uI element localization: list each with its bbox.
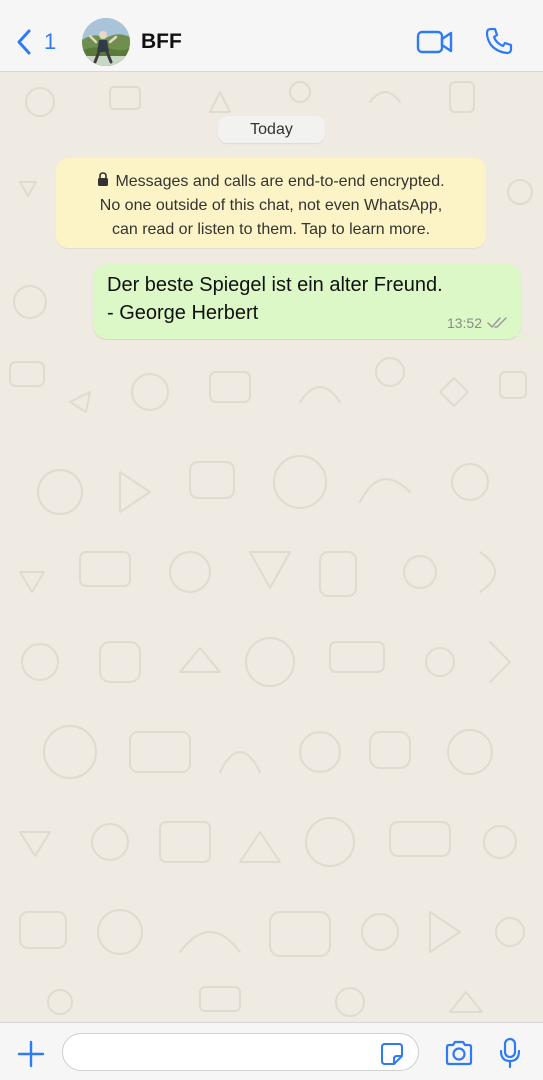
encryption-notice[interactable]: Messages and calls are end-to-end encryp… (56, 158, 486, 248)
attach-button[interactable] (16, 1039, 46, 1069)
lock-icon (98, 172, 109, 186)
microphone-button[interactable] (499, 1037, 521, 1069)
sticker-button[interactable] (380, 1042, 404, 1066)
back-button[interactable]: 1 (14, 26, 64, 58)
unread-count: 1 (44, 29, 57, 54)
sticker-icon (381, 1043, 403, 1065)
double-check-icon (487, 317, 507, 328)
message-input[interactable] (62, 1033, 419, 1071)
encryption-notice-line3: can read or listen to them. Tap to learn… (111, 221, 431, 238)
chat-area[interactable]: Today Messages and calls are end-to-end … (0, 72, 543, 1022)
encryption-notice-line1: Messages and calls are end-to-end encryp… (74, 170, 468, 194)
video-call-button[interactable] (416, 28, 454, 56)
outgoing-message-bubble[interactable]: Der beste Spiegel ist ein alter Freund. … (93, 264, 521, 339)
plus-icon (17, 1040, 45, 1068)
voice-call-button[interactable] (484, 26, 514, 56)
composer-bar (0, 1022, 543, 1080)
date-separator: Today (218, 116, 325, 143)
encryption-notice-line2: No one outside of this chat, not even Wh… (99, 197, 443, 214)
chat-header: 1 BFF (0, 0, 543, 72)
contact-name[interactable]: BFF (141, 30, 182, 54)
camera-icon (445, 1040, 473, 1066)
encryption-notice-text1: Messages and calls are end-to-end encryp… (115, 173, 445, 190)
chevron-left-icon (17, 29, 31, 55)
microphone-icon (499, 1037, 521, 1069)
avatar[interactable] (82, 18, 130, 66)
message-meta: 13:52 (447, 315, 509, 331)
video-call-icon (416, 30, 453, 54)
message-time: 13:52 (446, 315, 482, 331)
phone-icon (485, 27, 513, 55)
camera-button[interactable] (444, 1040, 474, 1066)
bubble-tail (512, 322, 532, 339)
message-text-line1: Der beste Spiegel ist ein alter Freund. (107, 274, 443, 296)
